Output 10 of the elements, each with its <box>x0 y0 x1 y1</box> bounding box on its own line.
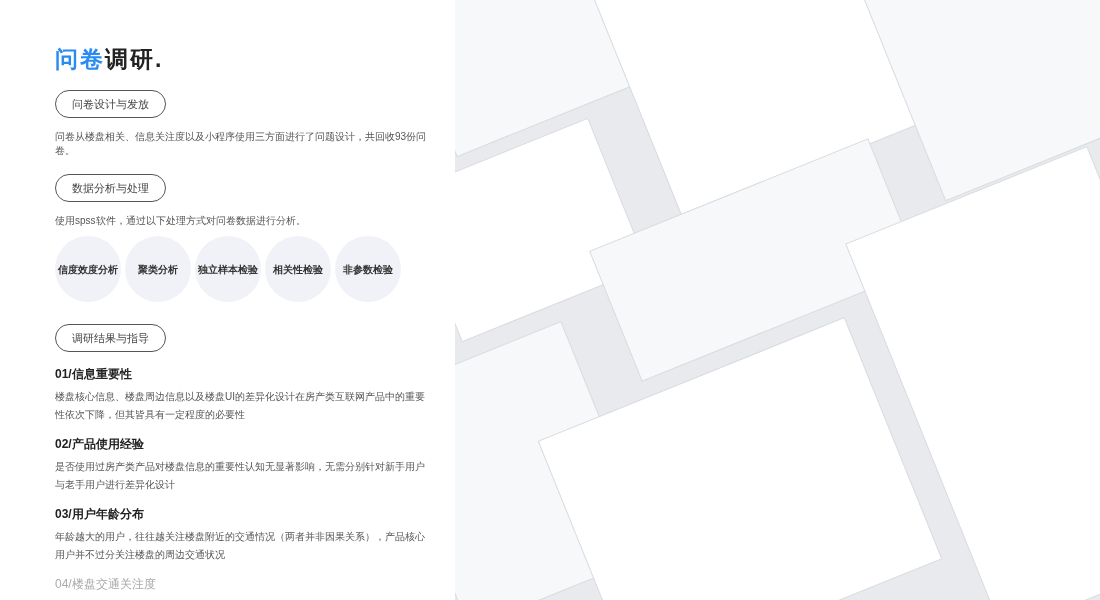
finding-heading: 01/信息重要性 <box>55 366 133 382</box>
page-title: 问卷调研. <box>55 45 165 74</box>
section-text: 使用spss软件，通过以下处理方式对问卷数据进行分析。 <box>55 214 307 228</box>
finding-text: 年龄越大的用户，往往越关注楼盘附近的交通情况（两者并非因果关系），产品核心用户并不过分关注楼盘的周边交通状况 <box>55 530 426 562</box>
finding-heading: 02/产品使用经验 <box>55 436 145 452</box>
finding-heading: 03/用户年龄分布 <box>55 506 145 522</box>
finding-text: 楼盘核心信息、楼盘周边信息以及楼盘UI的差异化设计在房产类互联网产品中的重要性依次下降，但其皆具有一定程度的必要性 <box>55 390 426 422</box>
finding-heading: 04/楼盘交通关注度 <box>55 576 157 592</box>
finding-text: 是否使用过房产类产品对楼盘信息的重要性认知无显著影响，无需分别针对新手用户与老手用户进行差异化设计 <box>55 460 426 492</box>
section-text: 问卷从楼盘相关、信息关注度以及小程序使用三方面进行了问题设计，共回收93份问卷。 <box>55 130 428 158</box>
